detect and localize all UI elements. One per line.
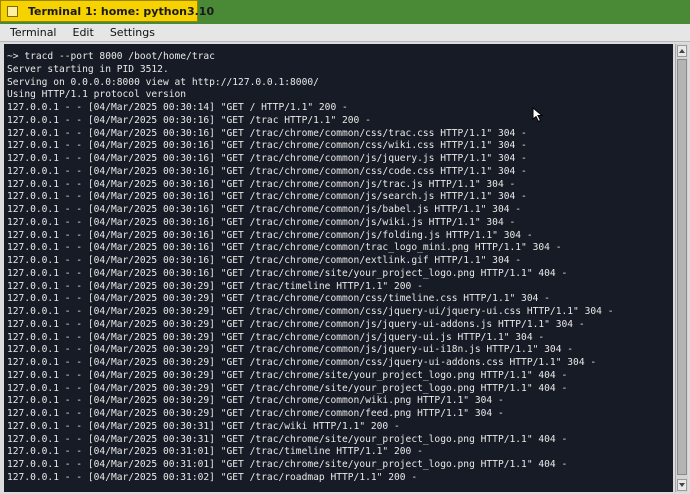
vertical-scrollbar[interactable]: [675, 44, 688, 492]
terminal-line: 127.0.0.1 - - [04/Mar/2025 00:30:29] "GE…: [7, 369, 568, 381]
tab-title: Terminal 1: home: python3.10: [28, 4, 215, 18]
scrollbar-thumb[interactable]: [677, 59, 687, 475]
terminal-line: 127.0.0.1 - - [04/Mar/2025 00:30:31] "GE…: [7, 420, 400, 432]
terminal-line: 127.0.0.1 - - [04/Mar/2025 00:30:29] "GE…: [7, 293, 550, 305]
mouse-pointer-icon: [532, 107, 544, 123]
terminal-line: 127.0.0.1 - - [04/Mar/2025 00:30:29] "GE…: [7, 382, 568, 394]
terminal-line: 127.0.0.1 - - [04/Mar/2025 00:30:16] "GE…: [7, 267, 568, 279]
terminal-output[interactable]: ~> tracd --port 8000 /boot/home/trac Serv…: [4, 44, 673, 492]
terminal-line: 127.0.0.1 - - [04/Mar/2025 00:30:29] "GE…: [7, 280, 423, 292]
terminal-line: 127.0.0.1 - - [04/Mar/2025 00:30:16] "GE…: [7, 229, 533, 241]
terminal-line: 127.0.0.1 - - [04/Mar/2025 00:30:16] "GE…: [7, 153, 527, 164]
menu-edit[interactable]: Edit: [67, 26, 100, 39]
terminal-tab[interactable]: Terminal 1: home: python3.10: [0, 0, 214, 22]
terminal-line: 127.0.0.1 - - [04/Mar/2025 00:30:16] "GE…: [7, 255, 522, 266]
terminal-line: 127.0.0.1 - - [04/Mar/2025 00:30:29] "GE…: [7, 331, 545, 343]
terminal-line: 127.0.0.1 - - [04/Mar/2025 00:30:16] "GE…: [7, 127, 527, 139]
terminal-line: 127.0.0.1 - - [04/Mar/2025 00:30:16] "GE…: [7, 204, 522, 215]
terminal-line: 127.0.0.1 - - [04/Mar/2025 00:30:16] "GE…: [7, 191, 527, 203]
terminal-line: 127.0.0.1 - - [04/Mar/2025 00:30:31] "GE…: [7, 433, 568, 445]
arrow-up-icon: [679, 49, 685, 53]
arrow-down-icon: [679, 483, 685, 487]
terminal-line: 127.0.0.1 - - [04/Mar/2025 00:30:29] "GE…: [7, 344, 574, 356]
terminal-line: Server starting in PID 3512.: [7, 63, 169, 75]
terminal-line: 127.0.0.1 - - [04/Mar/2025 00:30:29] "GE…: [7, 318, 585, 330]
scroll-down-button[interactable]: [677, 479, 687, 491]
terminal-line: ~> tracd --port 8000 /boot/home/trac: [7, 51, 215, 62]
terminal-line: 127.0.0.1 - - [04/Mar/2025 00:30:16] "GE…: [7, 216, 516, 228]
terminal-line: 127.0.0.1 - - [04/Mar/2025 00:31:02] "GE…: [7, 471, 418, 483]
tab-bar: Terminal 1: home: python3.10: [0, 0, 690, 24]
terminal-lines: ~> tracd --port 8000 /boot/home/trac Serv…: [7, 51, 613, 485]
terminal-line: Serving on 0.0.0.0:8000 view at http://1…: [7, 76, 319, 88]
terminal-line: 127.0.0.1 - - [04/Mar/2025 00:30:29] "GE…: [7, 395, 504, 407]
terminal-line: 127.0.0.1 - - [04/Mar/2025 00:31:01] "GE…: [7, 446, 423, 458]
menu-settings[interactable]: Settings: [104, 26, 161, 39]
terminal-line: 127.0.0.1 - - [04/Mar/2025 00:30:29] "GE…: [7, 408, 504, 419]
scroll-up-button[interactable]: [677, 45, 687, 57]
terminal-line: Using HTTP/1.1 protocol version: [7, 89, 187, 101]
menu-terminal[interactable]: Terminal: [4, 26, 63, 39]
menu-bar: Terminal Edit Settings: [0, 24, 690, 42]
close-box-icon[interactable]: [7, 5, 18, 17]
terminal-line: 127.0.0.1 - - [04/Mar/2025 00:30:16] "GE…: [7, 242, 562, 254]
terminal-line: 127.0.0.1 - - [04/Mar/2025 00:30:29] "GE…: [7, 357, 597, 368]
terminal-line: 127.0.0.1 - - [04/Mar/2025 00:30:14] "GE…: [7, 102, 348, 113]
terminal-line: 127.0.0.1 - - [04/Mar/2025 00:30:16] "GE…: [7, 165, 527, 177]
terminal-line: 127.0.0.1 - - [04/Mar/2025 00:31:01] "GE…: [7, 459, 568, 470]
terminal-line: 127.0.0.1 - - [04/Mar/2025 00:30:16] "GE…: [7, 140, 527, 152]
terminal-line: 127.0.0.1 - - [04/Mar/2025 00:30:29] "GE…: [7, 306, 614, 317]
terminal-line: 127.0.0.1 - - [04/Mar/2025 00:30:16] "GE…: [7, 178, 516, 190]
terminal-line: 127.0.0.1 - - [04/Mar/2025 00:30:16] "GE…: [7, 114, 371, 126]
terminal-window: Terminal Edit Settings ~> tracd --port 8…: [0, 24, 690, 494]
